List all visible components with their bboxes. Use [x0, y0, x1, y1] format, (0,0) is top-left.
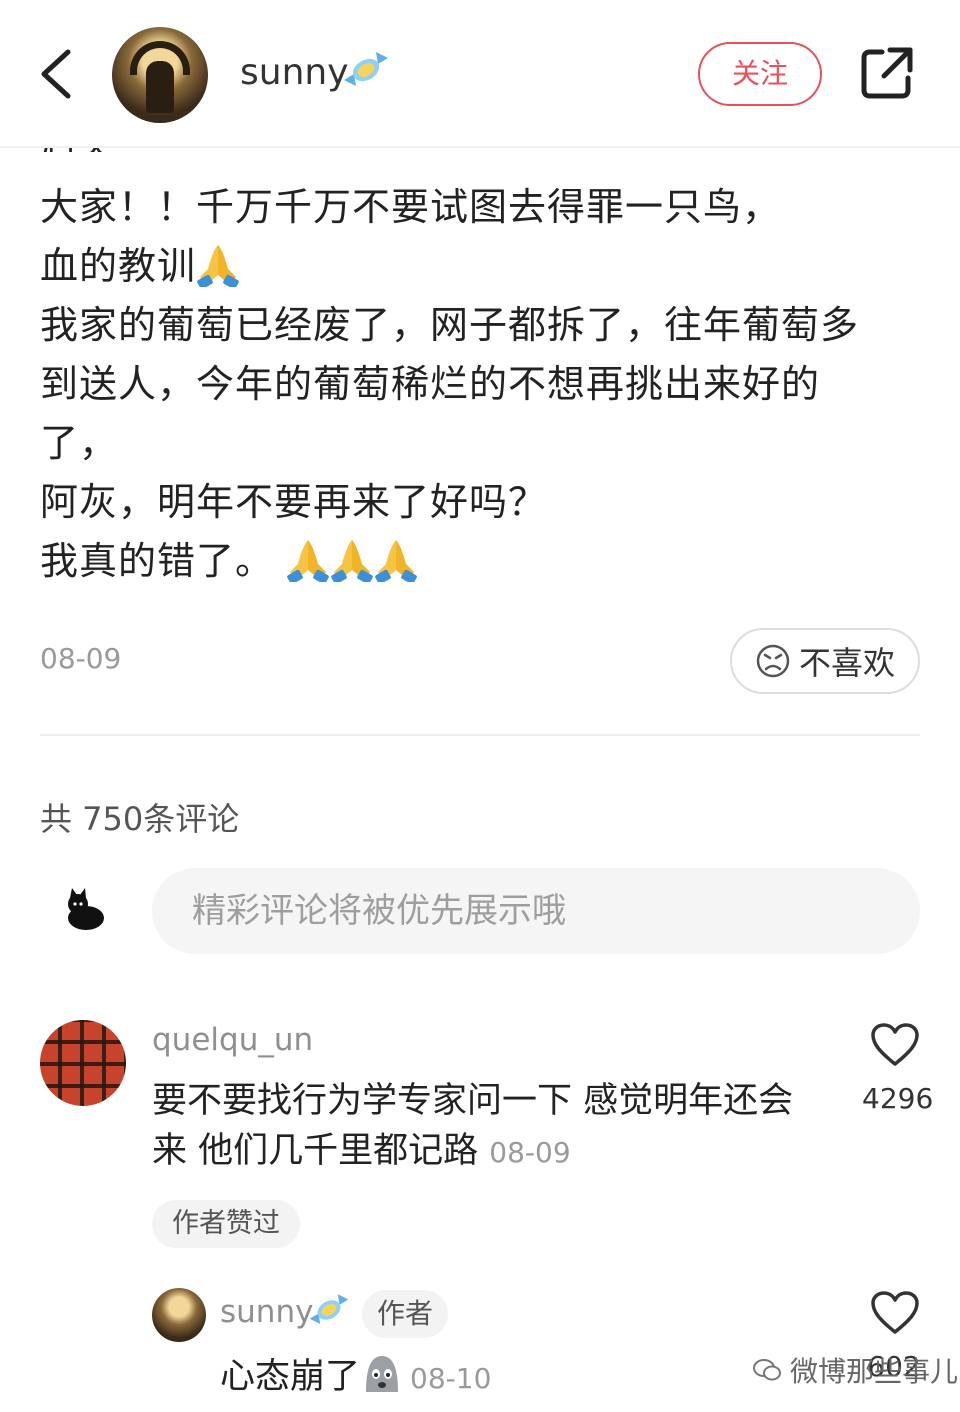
praying-hands-icon [197, 245, 239, 287]
watermark: 微博那些事儿 [752, 1350, 958, 1390]
author-liked-badge: 作者赞过 [152, 1200, 300, 1248]
post-line: 我真的错了。 [40, 532, 920, 591]
post-line: 阿灰，明年不要再来了好吗？ [40, 480, 548, 524]
wechat-icon [753, 1359, 781, 1381]
praying-hands-icon [331, 540, 373, 582]
frown-face-icon [756, 644, 790, 678]
dislike-button[interactable]: 不喜欢 [730, 628, 920, 694]
post-line: 大家！！千万千万不要试图去得罪一只鸟， [40, 185, 782, 229]
comment-count: 共 750条评论 [40, 800, 240, 838]
follow-button[interactable]: 关注 [698, 42, 822, 106]
candy-icon [309, 1294, 349, 1324]
praying-hands-icon [287, 540, 329, 582]
top-bar: sunny 关注 [0, 0, 960, 148]
avatar-figure [146, 61, 174, 113]
post-line: 血的教训 [40, 237, 920, 296]
comment-text: 要不要找行为学专家问一下 感觉明年还会来 他们几千里都记路 08-09 [152, 1081, 794, 1171]
commenter-avatar[interactable] [40, 1020, 126, 1106]
author-tag: 作者 [362, 1290, 448, 1338]
post-date: 08-09 [40, 642, 122, 675]
divider [40, 734, 920, 736]
dislike-label: 不喜欢 [798, 644, 895, 682]
author-username[interactable]: sunny [240, 52, 349, 93]
reply-username[interactable]: sunny [220, 1294, 313, 1330]
reply-date: 08-10 [410, 1362, 492, 1395]
ghost-face-icon [366, 1356, 399, 1392]
chevron-left-icon[interactable] [36, 46, 76, 102]
praying-hands-icon [375, 540, 417, 582]
author-avatar[interactable] [112, 27, 208, 123]
comment-date: 08-09 [489, 1136, 571, 1169]
candy-icon [344, 52, 388, 86]
watermark-text: 微博那些事儿 [790, 1355, 959, 1388]
post-line: 我家的葡萄已经废了，网子都拆了，往年葡萄多 [40, 303, 860, 347]
heart-icon[interactable] [870, 1290, 920, 1336]
heart-icon[interactable] [870, 1022, 920, 1068]
reply-text: 心态崩了 08-10 [220, 1348, 491, 1399]
like-count: 4296 [862, 1082, 934, 1115]
reply-author-avatar[interactable] [152, 1288, 206, 1342]
post-body: 大家！！千万千万不要试图去得罪一只鸟， 血的教训 我家的葡萄已经废了，网子都拆了… [40, 178, 920, 591]
current-user-avatar [68, 888, 104, 930]
comment-input[interactable]: 精彩评论将被优先展示哦 [152, 868, 920, 954]
commenter-username[interactable]: quelqu_un [152, 1022, 313, 1058]
post-line: 到送人，今年的葡萄稀烂的不想再挑出来好的 [40, 362, 821, 406]
post-line: 了， [40, 421, 119, 465]
share-icon[interactable] [860, 46, 914, 100]
